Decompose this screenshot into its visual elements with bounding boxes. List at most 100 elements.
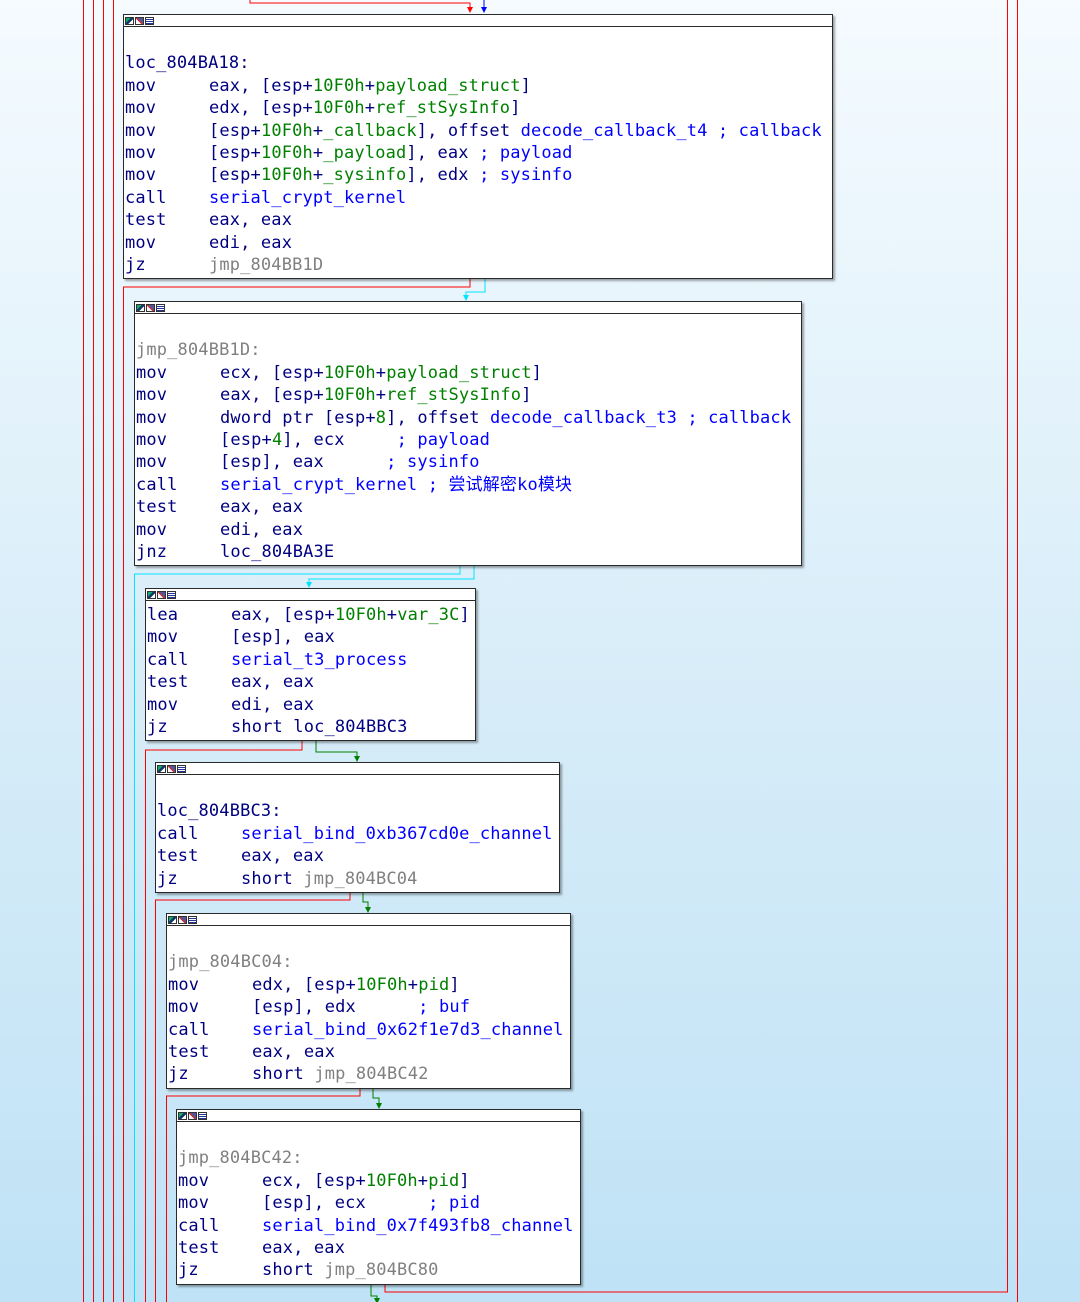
instruction-line[interactable]: mov [esp+4], ecx ; payload bbox=[136, 429, 801, 451]
code-block-blk-jmp-804bc04[interactable]: jmp_804BC04: mov edx, [esp+10F0h+pid] mov [e… bbox=[166, 913, 571, 1089]
instruction-comment[interactable]: ; payload bbox=[479, 143, 572, 163]
instruction-operand[interactable]: jmp_804BC80 bbox=[324, 1260, 438, 1280]
instruction-line[interactable]: jz short loc_804BBC3 bbox=[147, 716, 475, 738]
instruction-line[interactable]: mov [esp+10F0h+_sysinfo], edx ; sysinfo bbox=[125, 164, 832, 186]
instruction-comment[interactable]: ; sysinfo bbox=[479, 165, 572, 185]
instruction-line[interactable]: mov [esp], eax ; sysinfo bbox=[136, 451, 801, 473]
code-block-blk-loc-804ba18[interactable]: loc_804BA18: mov eax, [esp+10F0h+payload_s… bbox=[123, 14, 833, 280]
instruction-comment[interactable]: ; buf bbox=[418, 997, 470, 1017]
instruction-line[interactable]: mov dword ptr [esp+8], offset decode_call… bbox=[136, 407, 801, 429]
instruction-operand[interactable]: serial_crypt_kernel bbox=[209, 188, 406, 208]
graph-color-icon[interactable] bbox=[147, 590, 156, 599]
instruction-line[interactable]: mov eax, [esp+10F0h+ref_stSysInfo] bbox=[136, 384, 801, 406]
text-view-icon[interactable] bbox=[177, 764, 186, 773]
instruction-operand[interactable]: serial_bind_0x62f1e7d3_channel bbox=[252, 1020, 564, 1040]
instruction-comment[interactable]: ; callback bbox=[677, 408, 791, 428]
code-block-blk-lea-var3c[interactable]: lea eax, [esp+10F0h+var_3C] mov [esp], eax c… bbox=[145, 588, 476, 742]
instruction-line[interactable]: lea eax, [esp+10F0h+var_3C] bbox=[147, 604, 475, 626]
instruction-operand: eax, eax bbox=[209, 210, 293, 231]
edit-icon[interactable] bbox=[146, 303, 155, 312]
instruction-operand[interactable]: decode_callback_t4 bbox=[521, 121, 708, 141]
instruction-operand[interactable]: serial_bind_0x7f493fb8_channel bbox=[262, 1216, 574, 1236]
instruction-operand: edi, eax bbox=[220, 519, 304, 540]
instruction-operand[interactable]: decode_callback_t3 bbox=[490, 408, 677, 428]
instruction-line[interactable]: call serial_bind_0x62f1e7d3_channel bbox=[168, 1019, 570, 1041]
instruction-line[interactable]: mov edi, eax bbox=[147, 694, 475, 716]
instruction-comment[interactable]: ; pid bbox=[428, 1193, 480, 1213]
instruction-line[interactable]: mov eax, [esp+10F0h+payload_struct] bbox=[125, 75, 832, 97]
instruction-line[interactable]: jnz loc_804BA3E bbox=[136, 541, 801, 563]
instruction-operand[interactable]: serial_t3_process bbox=[231, 650, 408, 670]
instruction-comment[interactable]: ; 尝试解密ko模块 bbox=[417, 475, 572, 495]
graph-color-icon[interactable] bbox=[157, 764, 166, 773]
arrowhead bbox=[481, 7, 487, 13]
code-block-blk-loc-804bbc3[interactable]: loc_804BBC3: call serial_bind_0xb367cd0e_c… bbox=[155, 762, 560, 893]
text-view-icon[interactable] bbox=[198, 1111, 207, 1120]
instruction-line[interactable]: mov [esp+10F0h+_payload], eax ; payload bbox=[125, 142, 832, 164]
code-block-blk-jmp-804bc42[interactable]: jmp_804BC42: mov ecx, [esp+10F0h+pid] mov [e… bbox=[176, 1109, 581, 1285]
instruction-line[interactable]: call serial_t3_process bbox=[147, 649, 475, 671]
instruction-operand[interactable]: jmp_804BC04 bbox=[303, 869, 417, 889]
instruction-comment[interactable]: ; callback bbox=[708, 121, 822, 141]
instruction-line[interactable]: mov [esp], edx ; buf bbox=[168, 996, 570, 1018]
block-label[interactable]: jmp_804BC42: bbox=[178, 1147, 580, 1169]
instruction-operand: ] bbox=[521, 385, 532, 406]
graph-color-icon[interactable] bbox=[136, 303, 145, 312]
instruction-line[interactable]: mov [esp+10F0h+_callback], offset decode_… bbox=[125, 120, 832, 142]
text-view-icon[interactable] bbox=[156, 303, 165, 312]
graph-color-icon[interactable] bbox=[125, 16, 134, 25]
instruction-operand[interactable]: jmp_804BC42 bbox=[314, 1064, 428, 1084]
instruction-line[interactable]: call serial_crypt_kernel ; 尝试解密ko模块 bbox=[136, 474, 801, 496]
instruction-line[interactable]: call serial_crypt_kernel bbox=[125, 187, 832, 209]
instruction-line[interactable]: test eax, eax bbox=[125, 209, 832, 231]
instruction-operand: payload_struct bbox=[386, 362, 532, 383]
block-label[interactable]: jmp_804BC04: bbox=[168, 951, 570, 973]
instruction-line[interactable]: mov ecx, [esp+10F0h+pid] bbox=[178, 1170, 580, 1192]
instruction-operand: + bbox=[386, 605, 398, 625]
instruction-line[interactable]: mov [esp], eax bbox=[147, 626, 475, 648]
instruction-line[interactable]: jz short jmp_804BC04 bbox=[157, 868, 559, 890]
text-view-icon[interactable] bbox=[188, 915, 197, 924]
text-view-icon[interactable] bbox=[167, 590, 176, 599]
instruction-line[interactable]: mov edi, eax bbox=[136, 519, 801, 541]
instruction-line[interactable]: test eax, eax bbox=[178, 1237, 580, 1259]
instruction-mnemonic: mov bbox=[136, 519, 168, 540]
graph-color-icon[interactable] bbox=[178, 1111, 187, 1120]
instruction-operand: + bbox=[312, 165, 324, 186]
graph-color-icon[interactable] bbox=[168, 915, 177, 924]
instruction-operand: _callback bbox=[323, 120, 417, 141]
instruction-comment[interactable]: ; payload bbox=[397, 430, 490, 450]
instruction-operand: [esp+ bbox=[209, 165, 261, 186]
instruction-operand: [esp+ bbox=[209, 142, 261, 163]
instruction-mnemonic: test bbox=[168, 1041, 210, 1062]
instruction-line[interactable]: jz jmp_804BB1D bbox=[125, 254, 832, 276]
instruction-operand[interactable]: serial_crypt_kernel bbox=[220, 475, 417, 495]
instruction-line[interactable]: test eax, eax bbox=[147, 671, 475, 693]
instruction-line[interactable]: mov edx, [esp+10F0h+ref_stSysInfo] bbox=[125, 97, 832, 119]
instruction-line[interactable]: mov [esp], ecx ; pid bbox=[178, 1192, 580, 1214]
instruction-line[interactable]: mov ecx, [esp+10F0h+payload_struct] bbox=[136, 362, 801, 384]
block-label[interactable]: loc_804BA18: bbox=[125, 52, 832, 74]
edit-icon[interactable] bbox=[188, 1111, 197, 1120]
instruction-line[interactable]: call serial_bind_0x7f493fb8_channel bbox=[178, 1215, 580, 1237]
instruction-line[interactable]: test eax, eax bbox=[136, 496, 801, 518]
instruction-line[interactable]: jz short jmp_804BC42 bbox=[168, 1063, 570, 1085]
instruction-line[interactable]: test eax, eax bbox=[168, 1041, 570, 1063]
text-view-icon[interactable] bbox=[145, 16, 154, 25]
block-label[interactable]: loc_804BBC3: bbox=[157, 800, 559, 822]
instruction-operand[interactable]: serial_bind_0xb367cd0e_channel bbox=[241, 824, 553, 844]
edit-icon[interactable] bbox=[157, 590, 166, 599]
instruction-line[interactable]: jz short jmp_804BC80 bbox=[178, 1259, 580, 1281]
instruction-line[interactable]: test eax, eax bbox=[157, 845, 559, 867]
instruction-line[interactable]: mov edx, [esp+10F0h+pid] bbox=[168, 974, 570, 996]
edit-icon[interactable] bbox=[178, 915, 187, 924]
instruction-operand[interactable]: jmp_804BB1D bbox=[209, 255, 323, 275]
block-label[interactable]: jmp_804BB1D: bbox=[136, 339, 801, 361]
code-block-blk-jmp-804bb1d[interactable]: jmp_804BB1D: mov ecx, [esp+10F0h+payload_s… bbox=[134, 301, 802, 567]
instruction-line[interactable]: mov edi, eax bbox=[125, 232, 832, 254]
instruction-operand: edi, eax bbox=[231, 694, 315, 715]
edit-icon[interactable] bbox=[135, 16, 144, 25]
edit-icon[interactable] bbox=[167, 764, 176, 773]
instruction-comment[interactable]: ; sysinfo bbox=[386, 452, 479, 472]
instruction-line[interactable]: call serial_bind_0xb367cd0e_channel bbox=[157, 823, 559, 845]
